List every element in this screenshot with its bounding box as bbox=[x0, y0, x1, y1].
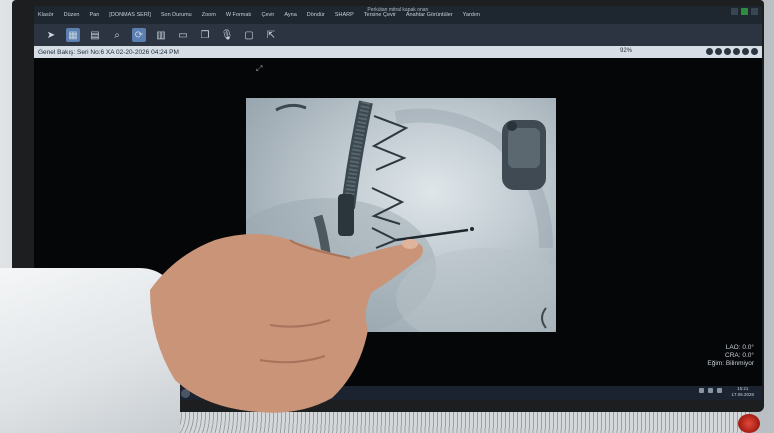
pointing-hand bbox=[150, 234, 424, 413]
